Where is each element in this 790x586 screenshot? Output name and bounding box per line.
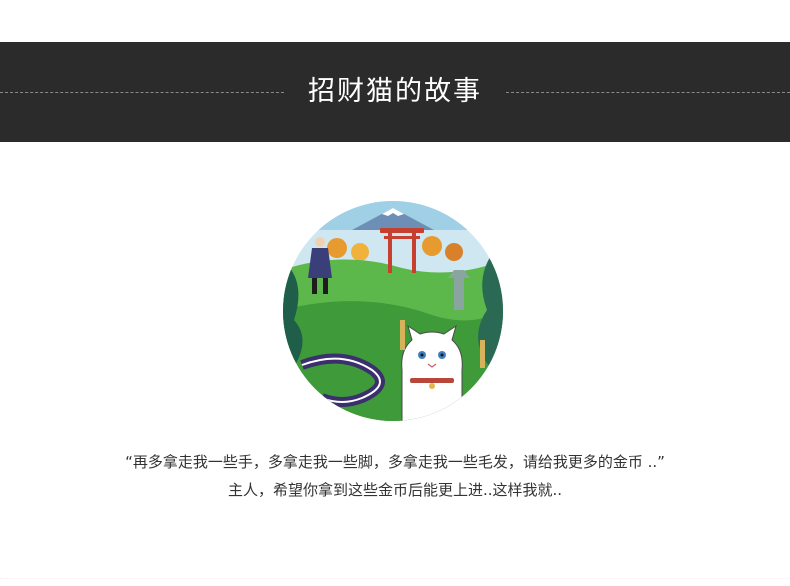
story-line-2: 主人，希望你拿到这些金币后能更上进..这样我就.. — [227, 481, 563, 499]
section-header-banner: 招财猫的故事 — [0, 42, 790, 142]
cat-shrine-illustration — [283, 201, 503, 421]
story-line-1: “再多拿走我一些手，多拿走我一些脚，多拿走我一些毛发，请给我更多的金币 ..” — [125, 453, 665, 471]
white-cat — [401, 324, 463, 421]
header-divider-right — [506, 92, 790, 93]
bottom-divider — [0, 578, 790, 579]
section-title: 招财猫的故事 — [308, 76, 482, 107]
header-divider-left — [0, 92, 284, 93]
